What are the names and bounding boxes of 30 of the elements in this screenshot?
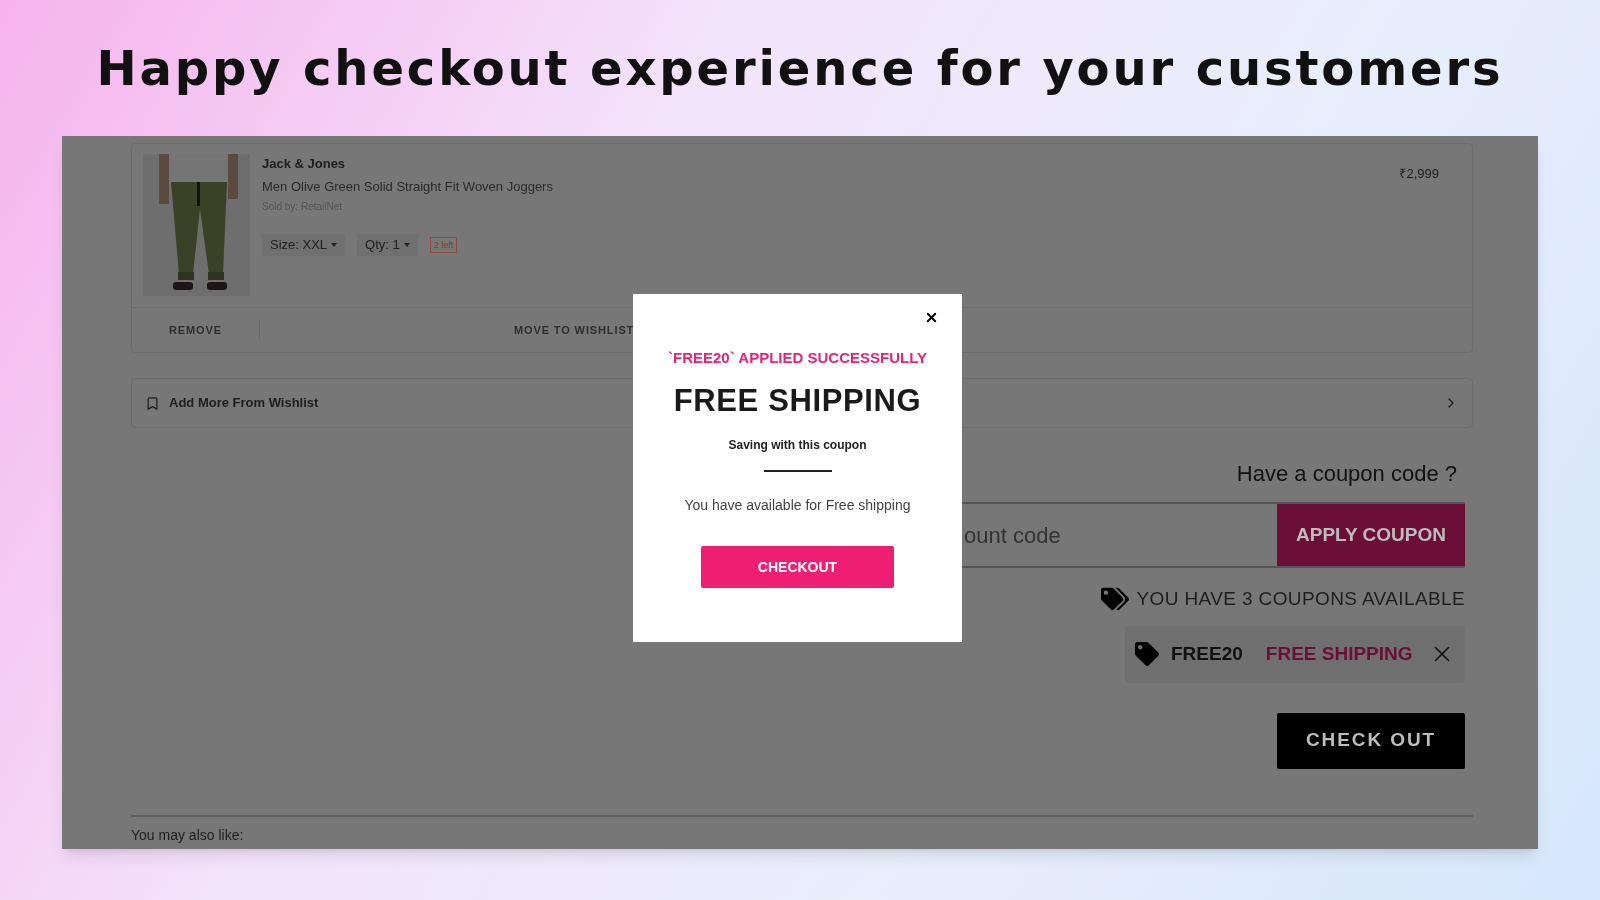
page-heading: Happy checkout experience for your customers [96, 39, 1504, 98]
check-out-button[interactable]: CHECK OUT [1277, 712, 1465, 769]
modal-checkout-button[interactable]: CHECKOUT [701, 546, 894, 588]
close-icon [924, 310, 939, 325]
modal-message: You have available for Free shipping [684, 496, 911, 515]
coupon-benefit: FREE SHIPPING [1265, 641, 1413, 666]
coupons-available-text: YOU HAVE 3 COUPONS AVAILABLE [1136, 587, 1465, 611]
quantity-selector[interactable]: Qty: 1 [357, 234, 418, 256]
product-brand: Jack & Jones [262, 155, 347, 173]
wishlist-link: Add More From Wishlist [169, 394, 319, 413]
size-selector[interactable]: Size: XXL [262, 234, 346, 256]
stock-badge: 2 left [429, 237, 458, 253]
bookmark-icon [145, 395, 160, 411]
tag-icon [1135, 642, 1159, 666]
coupon-code: FREE20 [1171, 641, 1243, 666]
tags-icon [1100, 586, 1129, 613]
close-button[interactable] [924, 310, 939, 325]
remove-button[interactable]: REMOVE [132, 320, 260, 341]
product-title: Men Olive Green Solid Straight Fit Woven Joggers [262, 177, 553, 196]
modal-subtitle: Saving with this coupon [728, 437, 867, 454]
product-price: ₹2,999 [1399, 165, 1439, 180]
coupon-status: `FREE20` APPLIED SUCCESSFULLY [668, 348, 927, 368]
modal-title: FREE SHIPPING [673, 381, 922, 420]
recommendations-title: You may also like: [131, 827, 244, 843]
coupon-code-field[interactable]: ount code [962, 504, 1277, 566]
caret-icon [331, 243, 338, 247]
caret-icon [403, 243, 410, 247]
apply-coupon-button[interactable]: APPLY COUPON [1277, 504, 1465, 566]
coupon-prompt: Have a coupon code ? [1236, 460, 1457, 488]
move-to-wishlist-button[interactable]: MOVE TO WISHLIST [514, 321, 635, 339]
